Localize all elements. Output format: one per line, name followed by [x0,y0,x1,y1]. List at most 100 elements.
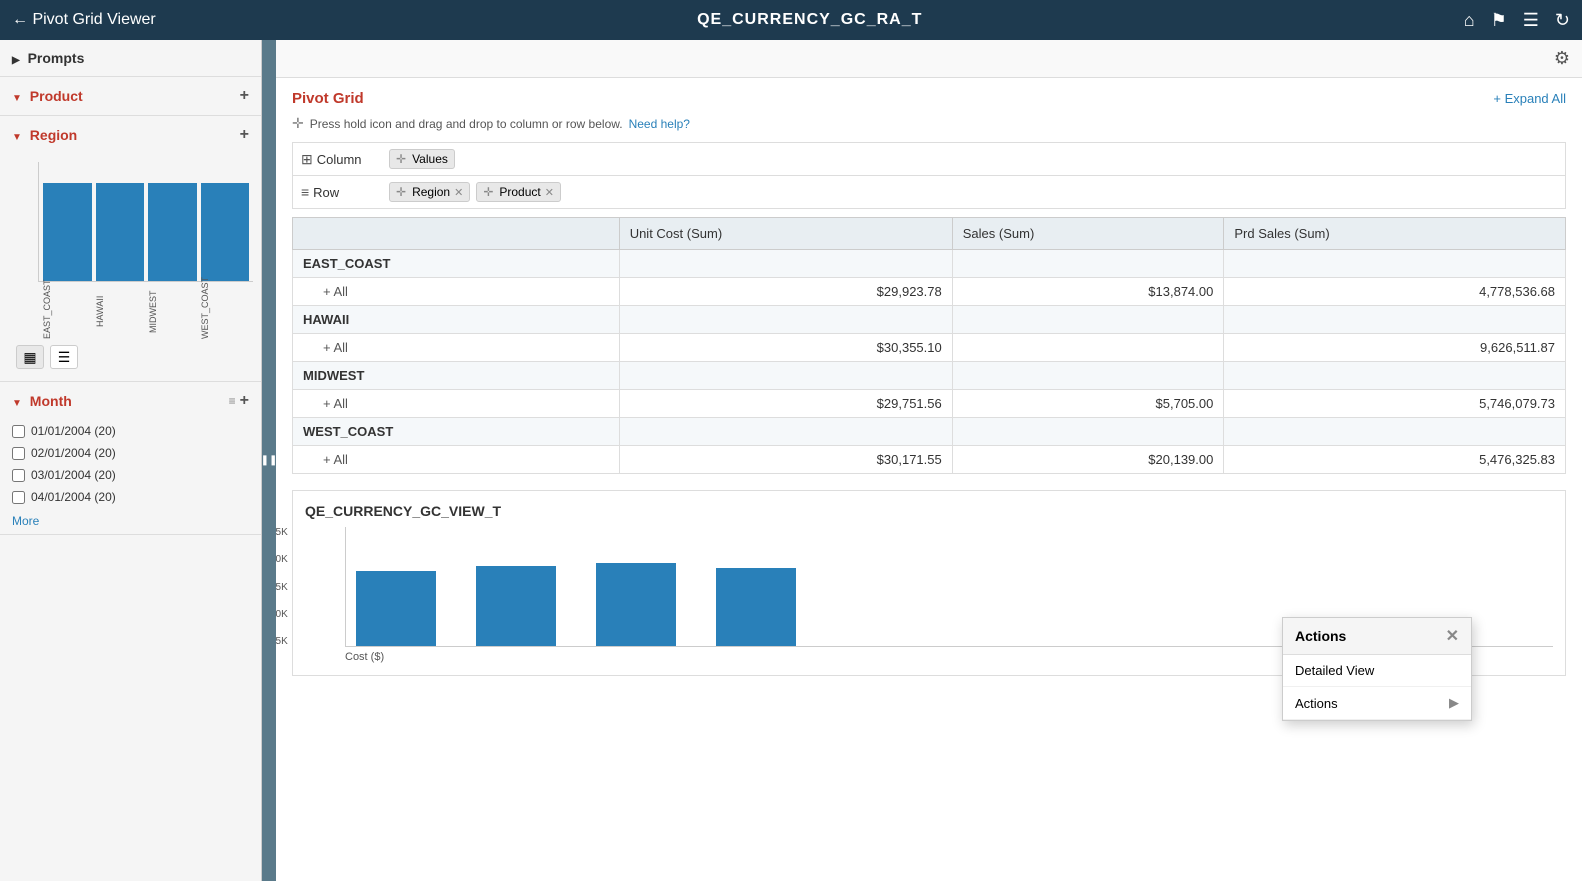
region-section-header[interactable]: ▼ Region + [0,116,261,154]
region-tag-remove[interactable]: ✕ [454,186,463,199]
month-sort-icon[interactable]: ≡ [229,394,236,408]
chart-bars [38,162,253,282]
actions-item[interactable]: Actions ▶ [1283,687,1471,720]
pivot-table: Unit Cost (Sum) Sales (Sum) Prd Sales (S… [292,217,1566,474]
midwest-unit-cost [619,362,952,390]
col-header-prd-sales: Prd Sales (Sum) [1224,218,1566,250]
home-icon[interactable]: ⌂ [1464,10,1475,31]
east-coast-sales [952,250,1224,278]
column-tags: ✛ Values [389,149,455,169]
refresh-icon[interactable]: ↻ [1555,10,1570,31]
menu-icon[interactable]: ☰ [1523,10,1539,31]
actions-popup-close-button[interactable]: ✕ [1446,626,1459,646]
month-add-button[interactable]: + [240,392,249,410]
month-section-header[interactable]: ▼ Month ≡ + [0,382,261,420]
row-label: ≡ Row [301,184,381,200]
product-tag-remove[interactable]: ✕ [545,186,554,199]
bottom-chart-y-labels: 35K 30K 25K 20K 15K [276,527,288,647]
region-chart: 40 30 20 10 0 EAST_COAST HAWAII [0,154,261,381]
row-control-row: ≡ Row ✛ Region ✕ ✛ Product ✕ [293,176,1565,208]
sidebar-section-product: ▼ Product + [0,77,261,116]
detailed-view-item[interactable]: Detailed View [1283,655,1471,687]
all-label-west-coast: + All [293,446,620,474]
expand-all-button[interactable]: + Expand All [1493,91,1566,106]
prompts-label: Prompts [28,50,85,66]
settings-icon[interactable]: ⚙ [1554,48,1570,69]
month-label: Month [30,393,72,409]
month-label-2: 02/01/2004 (20) [31,446,116,460]
collapse-handle[interactable]: ❚❚ [262,40,276,881]
hawaii-all-sales [952,334,1224,362]
column-icon: ⊞ [301,151,313,168]
main-layout: ▶ Prompts ▼ Product + ▼ Region + 40 30 [0,40,1582,881]
topbar-title: QE_CURRENCY_GC_RA_T [697,11,922,29]
region-name-midwest: MIDWEST [293,362,620,390]
east-coast-all-unit-cost: $29,923.78 [619,278,952,306]
values-tag[interactable]: ✛ Values [389,149,455,169]
table-header-row: Unit Cost (Sum) Sales (Sum) Prd Sales (S… [293,218,1566,250]
table-row: + All $30,171.55 $20,139.00 5,476,325.83 [293,446,1566,474]
west-coast-prd-sales [1224,418,1566,446]
east-coast-all-prd-sales: 4,778,536.68 [1224,278,1566,306]
month-checkbox-2[interactable] [12,447,25,460]
column-control-row: ⊞ Column ✛ Values [293,143,1565,176]
product-tag[interactable]: ✛ Product ✕ [476,182,561,202]
month-label-3: 03/01/2004 (20) [31,468,116,482]
region-tag[interactable]: ✛ Region ✕ [389,182,470,202]
pivot-grid-title: Pivot Grid [292,90,364,107]
region-name-west-coast: WEST_COAST [293,418,620,446]
product-label: Product [30,88,83,104]
list-icon[interactable]: ☰ [50,345,78,369]
month-item-4: 04/01/2004 (20) [0,486,261,508]
midwest-all-unit-cost: $29,751.56 [619,390,952,418]
product-plus-icon: ✛ [483,185,493,199]
region-add-button[interactable]: + [240,126,249,144]
hawaii-prd-sales [1224,306,1566,334]
col-header-unit-cost: Unit Cost (Sum) [619,218,952,250]
product-add-button[interactable]: + [240,87,249,105]
region-name-east-coast: EAST_COAST [293,250,620,278]
west-coast-unit-cost [619,418,952,446]
product-section-header[interactable]: ▼ Product + [0,77,261,115]
chart-label-midwest: MIDWEST [148,284,197,339]
y-label-30k: 30K [276,554,288,565]
values-tag-label: Values [412,152,448,166]
chart-bar-west-coast [201,183,250,281]
hawaii-all-unit-cost: $30,355.10 [619,334,952,362]
prompts-section-header[interactable]: ▶ Prompts [0,40,261,76]
collapse-icon: ❚❚ [261,455,278,466]
more-link[interactable]: More [0,508,261,534]
month-checkbox-3[interactable] [12,469,25,482]
all-label-midwest: + All [293,390,620,418]
west-coast-sales [952,418,1224,446]
actions-arrow-icon: ▶ [1449,695,1459,711]
table-row: EAST_COAST [293,250,1566,278]
midwest-all-prd-sales: 5,746,079.73 [1224,390,1566,418]
table-row: HAWAII [293,306,1566,334]
bottom-chart-title: QE_CURRENCY_GC_VIEW_T [305,503,1553,519]
bottom-bar-3 [596,563,676,646]
col-header-region [293,218,620,250]
month-item-2: 02/01/2004 (20) [0,442,261,464]
chart-label-east-coast: EAST_COAST [42,284,91,339]
bottom-bar-2 [476,566,556,647]
actions-popup-header: Actions ✕ [1283,618,1471,655]
month-checkbox-1[interactable] [12,425,25,438]
month-checkbox-4[interactable] [12,491,25,504]
y-label-20k: 20K [276,609,288,620]
drag-hint: ✛ Press hold icon and drag and drop to c… [292,115,1566,132]
midwest-sales [952,362,1224,390]
region-arrow: ▼ [12,132,22,143]
sidebar-section-prompts: ▶ Prompts [0,40,261,77]
product-arrow: ▼ [12,93,22,104]
actions-item-label: Actions [1295,696,1338,711]
table-container: Unit Cost (Sum) Sales (Sum) Prd Sales (S… [292,217,1566,474]
right-topbar: ⚙ [276,40,1582,78]
bar-chart-icon[interactable]: ▦ [16,345,44,369]
back-button[interactable]: ← Pivot Grid Viewer [12,11,156,29]
help-link[interactable]: Need help? [629,117,690,131]
chart-label-west-coast: WEST_COAST [200,284,249,339]
y-label-25k: 25K [276,582,288,593]
west-coast-all-prd-sales: 5,476,325.83 [1224,446,1566,474]
flag-icon[interactable]: ⚑ [1491,10,1507,31]
